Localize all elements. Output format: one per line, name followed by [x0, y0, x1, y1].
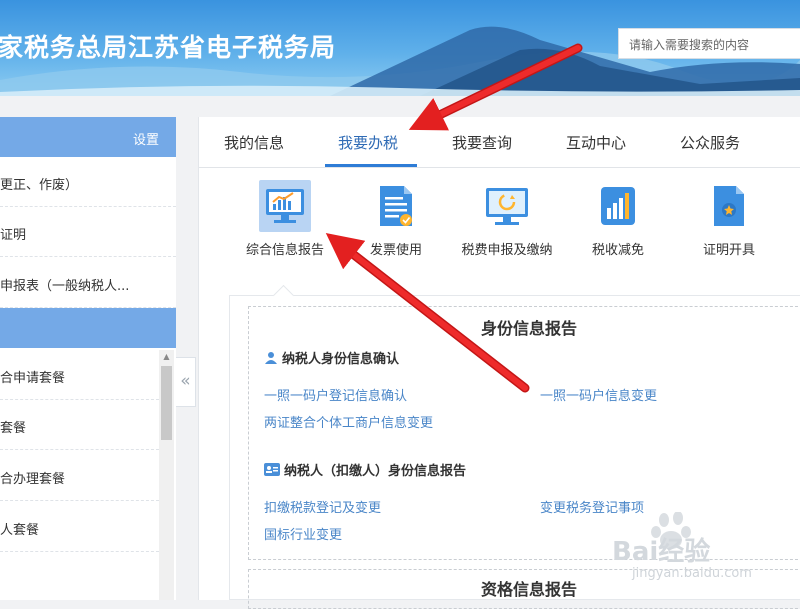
tab-interaction-center[interactable]: 互动中心: [566, 132, 626, 153]
sidebar-item[interactable]: 人套餐: [0, 502, 159, 552]
invoice-doc-icon: [370, 180, 422, 232]
scroll-up-icon[interactable]: ▲: [159, 350, 174, 364]
sidebar-item[interactable]: 申报表（一般纳税人...: [0, 258, 176, 308]
sidebar-scrollbar[interactable]: ▲: [159, 350, 174, 600]
baidu-watermark-icon: Bai经验: [612, 512, 710, 567]
func-comprehensive-report[interactable]: 综合信息报告: [230, 180, 340, 258]
sidebar-item[interactable]: 套餐: [0, 400, 159, 450]
tab-public-service[interactable]: 公众服务: [680, 132, 740, 153]
sidebar-header: 设置: [0, 117, 176, 157]
func-label: 税收减免: [591, 243, 644, 258]
link-unified-info-change[interactable]: 一照一码户信息变更: [540, 385, 657, 404]
person-icon: [264, 351, 278, 369]
group-title-text: 纳税人身份信息确认: [282, 352, 400, 367]
tab-my-info[interactable]: 我的信息: [224, 132, 284, 153]
settings-link[interactable]: 设置: [133, 129, 159, 148]
group-title-text: 纳税人（扣缴人）身份信息报告: [284, 464, 467, 479]
func-label: 综合信息报告: [245, 243, 324, 258]
id-card-icon: [264, 463, 280, 480]
link-industry-change[interactable]: 国标行业变更: [264, 524, 342, 543]
link-individual-business-change[interactable]: 两证整合个体工商户信息变更: [264, 412, 433, 431]
tab-tax-handling[interactable]: 我要办税: [338, 132, 398, 153]
func-label: 发票使用: [369, 243, 422, 258]
sidebar-item[interactable]: 合办理套餐: [0, 451, 159, 501]
section-title: 身份信息报告: [480, 319, 577, 338]
func-label: 税费申报及缴纳: [461, 243, 553, 258]
monitor-refresh-icon: [481, 180, 533, 232]
header-banner: 家税务总局江苏省电子税务局 请输入需要搜索的内容: [0, 0, 800, 96]
collapse-sidebar-button[interactable]: «: [176, 357, 196, 407]
search-input[interactable]: 请输入需要搜索的内容: [618, 28, 800, 59]
bar-chart-icon: [592, 180, 644, 232]
func-label: 证明开具: [702, 243, 755, 258]
sidebar-section-header: [0, 308, 176, 348]
double-chevron-left-icon: «: [180, 371, 191, 391]
func-tax-filing-payment[interactable]: 税费申报及缴纳: [452, 180, 562, 258]
group-title: 纳税人身份信息确认: [264, 348, 399, 369]
func-tax-relief[interactable]: 税收减免: [563, 180, 673, 258]
left-sidebar: 设置 更正、作废） 证明 申报表（一般纳税人... 合申请套餐 套餐 合办理套餐…: [0, 117, 176, 600]
watermark-text: Bai经验: [612, 536, 710, 567]
func-certificate-issue[interactable]: 证明开具: [674, 180, 784, 258]
sidebar-item[interactable]: 证明: [0, 207, 176, 257]
group-title: 纳税人（扣缴人）身份信息报告: [264, 460, 466, 480]
scrollbar-thumb[interactable]: [161, 366, 172, 440]
tab-bar: 我的信息 我要办税 我要查询 互动中心 公众服务: [199, 117, 800, 168]
certificate-doc-icon: [703, 180, 755, 232]
sidebar-item[interactable]: 更正、作废）: [0, 157, 176, 207]
sidebar-item[interactable]: 合申请套餐: [0, 350, 159, 400]
monitor-chart-icon: [259, 180, 311, 232]
site-title: 家税务总局江苏省电子税务局: [0, 33, 337, 62]
link-withholding-registration[interactable]: 扣缴税款登记及变更: [264, 497, 381, 516]
link-unified-registration-confirm[interactable]: 一照一码户登记信息确认: [264, 385, 407, 404]
func-invoice-use[interactable]: 发票使用: [341, 180, 451, 258]
watermark-url: jingyan.baidu.com: [632, 566, 752, 581]
active-tab-indicator: [325, 164, 417, 167]
tab-query[interactable]: 我要查询: [452, 132, 512, 153]
